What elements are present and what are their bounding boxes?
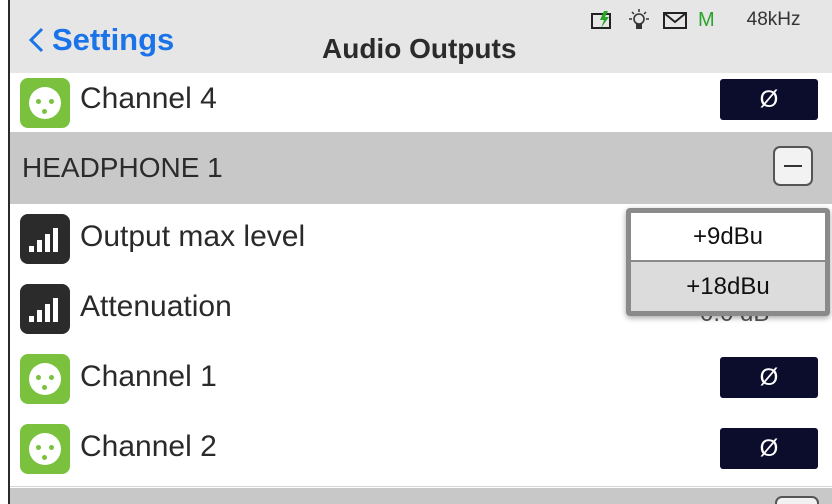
sample-rate: 48kHz	[746, 9, 801, 30]
xlr-connector-icon	[20, 424, 70, 474]
chevron-left-icon	[28, 27, 44, 53]
option-plus-18dbu[interactable]: +18dBu	[631, 262, 825, 311]
xlr-connector-icon	[20, 354, 70, 404]
mail-icon	[663, 12, 687, 29]
lightbulb-icon	[629, 9, 649, 29]
collapse-button[interactable]	[773, 146, 813, 186]
list-item-channel-4[interactable]: Channel 4 Ø	[10, 73, 832, 133]
minus-icon	[784, 165, 802, 167]
back-button[interactable]: Settings	[28, 22, 174, 58]
channel-1-label: Channel 1	[80, 360, 217, 393]
status-bar: M 48kHz	[590, 8, 801, 32]
phase-invert-button[interactable]: Ø	[720, 428, 818, 469]
phase-invert-button[interactable]: Ø	[720, 357, 818, 398]
signal-level-icon	[20, 284, 70, 334]
output-max-level-label: Output max level	[80, 220, 306, 253]
audio-outputs-screen: Settings Audio Outputs M 48kHz Channel 4…	[0, 0, 832, 504]
signal-level-icon	[20, 214, 70, 264]
back-button-label: Settings	[52, 22, 175, 57]
m-indicator: M	[698, 8, 715, 31]
channel-2-label: Channel 2	[80, 430, 217, 463]
attenuation-label: Attenuation	[80, 290, 232, 323]
battery-charging-icon	[591, 11, 611, 29]
collapse-button[interactable]	[775, 496, 819, 504]
header-bar: Settings Audio Outputs M 48kHz	[10, 0, 832, 73]
section-title: HEADPHONE 1	[22, 152, 223, 183]
option-plus-9dbu[interactable]: +9dBu	[631, 213, 825, 260]
page-title: Audio Outputs	[322, 33, 517, 64]
output-level-dropdown: +9dBu +18dBu	[626, 208, 830, 316]
channel-4-label: Channel 4	[80, 82, 217, 115]
xlr-connector-icon	[20, 78, 70, 128]
list-item-channel-2[interactable]: Channel 2 Ø	[10, 414, 832, 487]
phase-invert-button[interactable]: Ø	[720, 79, 818, 120]
list-item-channel-1[interactable]: Channel 1 Ø	[10, 344, 832, 415]
section-headphone-1: HEADPHONE 1	[10, 132, 832, 204]
next-section-header	[10, 488, 832, 504]
